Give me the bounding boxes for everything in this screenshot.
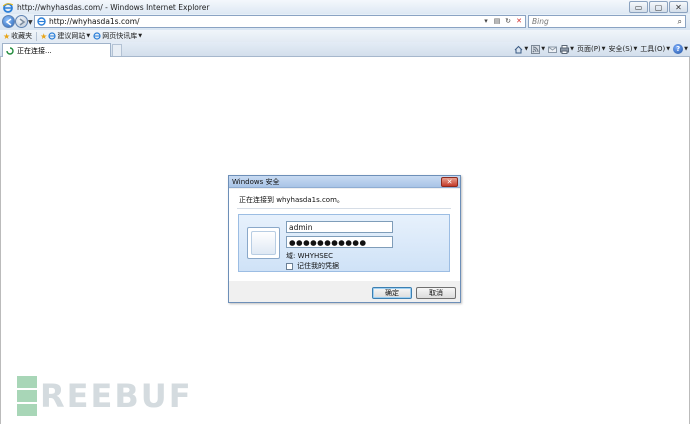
watermark-text: REEBUF [40,377,193,415]
safety-menu-label: 安全(S) [608,45,633,53]
page-favicon-icon [37,17,46,26]
chevron-down-icon: ▼ [684,46,688,52]
web-slice-gallery-label: 网页快讯库 [102,32,138,40]
window-title-bar[interactable]: http://whyhasdas.com/ - Windows Internet… [0,0,690,15]
stop-icon[interactable]: ✕ [515,17,523,25]
cancel-button[interactable]: 取消 [416,287,456,299]
divider [237,208,451,209]
url-dropdown-icon[interactable]: ▾ [482,17,490,25]
connection-message: 正在连接到 whyhasda1s.com。 [239,196,344,204]
favorites-label: 收藏夹 [11,32,33,40]
chevron-down-icon: ▼ [601,46,606,52]
ok-button[interactable]: 确定 [372,287,412,299]
url-text[interactable]: http://whyhasda1s.com/ [49,17,140,26]
chevron-down-icon: ▼ [524,46,529,52]
printer-icon [560,44,570,54]
suggested-sites-button[interactable]: ★ 建议网站 ▼ [40,31,90,41]
dialog-close-button[interactable]: ✕ [441,177,458,187]
suggested-sites-label: 建议网站 [57,32,86,40]
remember-credentials-checkbox[interactable]: 记住我的凭据 [286,261,339,271]
address-bar: ▼ http://whyhasda1s.com/ ▾ ▤ ↻ ✕ ⌕ [0,14,690,30]
chevron-down-icon: ▼ [666,46,671,52]
logo-bar [17,404,37,416]
compatibility-view-icon[interactable]: ▤ [493,17,501,25]
minimize-button[interactable]: ▭ [629,1,648,13]
page-menu[interactable]: 页面(P) ▼ [577,44,606,54]
favorites-star-icon: ★ [3,31,11,41]
read-mail-button[interactable] [548,45,558,54]
tab-label: 正在连接... [17,46,52,55]
url-field[interactable]: http://whyhasda1s.com/ ▾ ▤ ↻ ✕ [34,15,526,28]
help-icon: ? [673,44,684,54]
tools-menu-label: 工具(O) [640,45,666,53]
logo-bar [17,376,37,388]
mail-icon [548,46,558,53]
chevron-down-icon: ▼ [570,46,574,52]
forward-arrow-icon [19,17,25,26]
tab-connecting[interactable]: 正在连接... [2,43,111,57]
dialog-body: 正在连接到 whyhasda1s.com。 域: WHYHSEC 记住我的凭据 [229,189,460,281]
username-field[interactable] [286,221,393,233]
remember-credentials-label: 记住我的凭据 [297,262,339,270]
new-tab-button[interactable] [112,44,122,56]
divider [36,31,38,41]
forward-button[interactable] [15,15,28,28]
ie-page-icon [93,32,101,40]
home-icon [515,45,523,53]
web-slice-gallery-button[interactable]: 网页快讯库 ▼ [93,31,142,41]
logo-bar [17,390,37,402]
chevron-down-icon: ▼ [86,33,91,39]
home-button[interactable]: ▼ [514,45,528,54]
close-window-button[interactable]: ✕ [669,1,688,13]
domain-label: 域: WHYHSEC [286,252,334,260]
chevron-down-icon: ▼ [138,33,143,39]
add-favorite-star-icon: ★ [40,31,48,41]
feeds-button[interactable]: ▼ [531,44,546,54]
user-tile-icon [247,227,280,259]
print-button[interactable]: ▼ [560,44,574,54]
windows-security-dialog: Windows 安全 ✕ 正在连接到 whyhasda1s.com。 域: WH… [228,175,461,303]
search-input[interactable] [532,17,662,26]
window-title: http://whyhasdas.com/ - Windows Internet… [17,3,210,12]
window-controls: ▭ ▢ ✕ [629,1,688,13]
refresh-icon[interactable]: ↻ [504,17,512,25]
chevron-down-icon: ▼ [541,46,546,52]
loading-spinner-icon [6,46,14,55]
safety-menu[interactable]: 安全(S) ▼ [609,44,638,54]
maximize-button[interactable]: ▢ [649,1,668,13]
favorites-bar: ★ 收藏夹 ★ 建议网站 ▼ 网页快讯库 ▼ [0,30,690,42]
search-icon[interactable]: ⌕ [678,17,682,27]
freebuf-watermark: REEBUF [17,376,193,416]
help-button[interactable]: ? ▼ [673,44,688,54]
command-bar: ▼ ▼ ▼ 页面(P) ▼ 安全(S) ▼ 工具(O) ▼ ? ▼ [514,44,688,54]
dialog-title: Windows 安全 [232,177,280,186]
back-button[interactable] [2,15,15,28]
ie-page-icon [48,32,56,40]
ie-logo-icon [3,2,13,13]
tab-bar: 正在连接... ▼ ▼ ▼ 页面(P) ▼ 安全(S) ▼ 工具(O) ▼ ? … [0,42,690,57]
page-menu-label: 页面(P) [576,45,601,53]
back-arrow-icon [5,17,11,26]
password-field[interactable] [286,236,393,248]
favorites-button[interactable]: ★ 收藏夹 [3,31,32,41]
recent-pages-dropdown-icon[interactable]: ▼ [28,19,33,26]
url-tools: ▾ ▤ ↻ ✕ [482,17,523,25]
dialog-title-bar[interactable]: Windows 安全 [229,176,460,188]
credential-tile-panel: 域: WHYHSEC 记住我的凭据 [238,214,450,272]
checkbox-box[interactable] [286,262,293,270]
rss-feed-icon [531,44,541,54]
search-box[interactable]: ⌕ [528,15,686,28]
freebuf-logo-icon [17,376,37,416]
user-tile-frame [251,231,276,255]
chevron-down-icon: ▼ [633,46,638,52]
tools-menu[interactable]: 工具(O) ▼ [640,44,670,54]
